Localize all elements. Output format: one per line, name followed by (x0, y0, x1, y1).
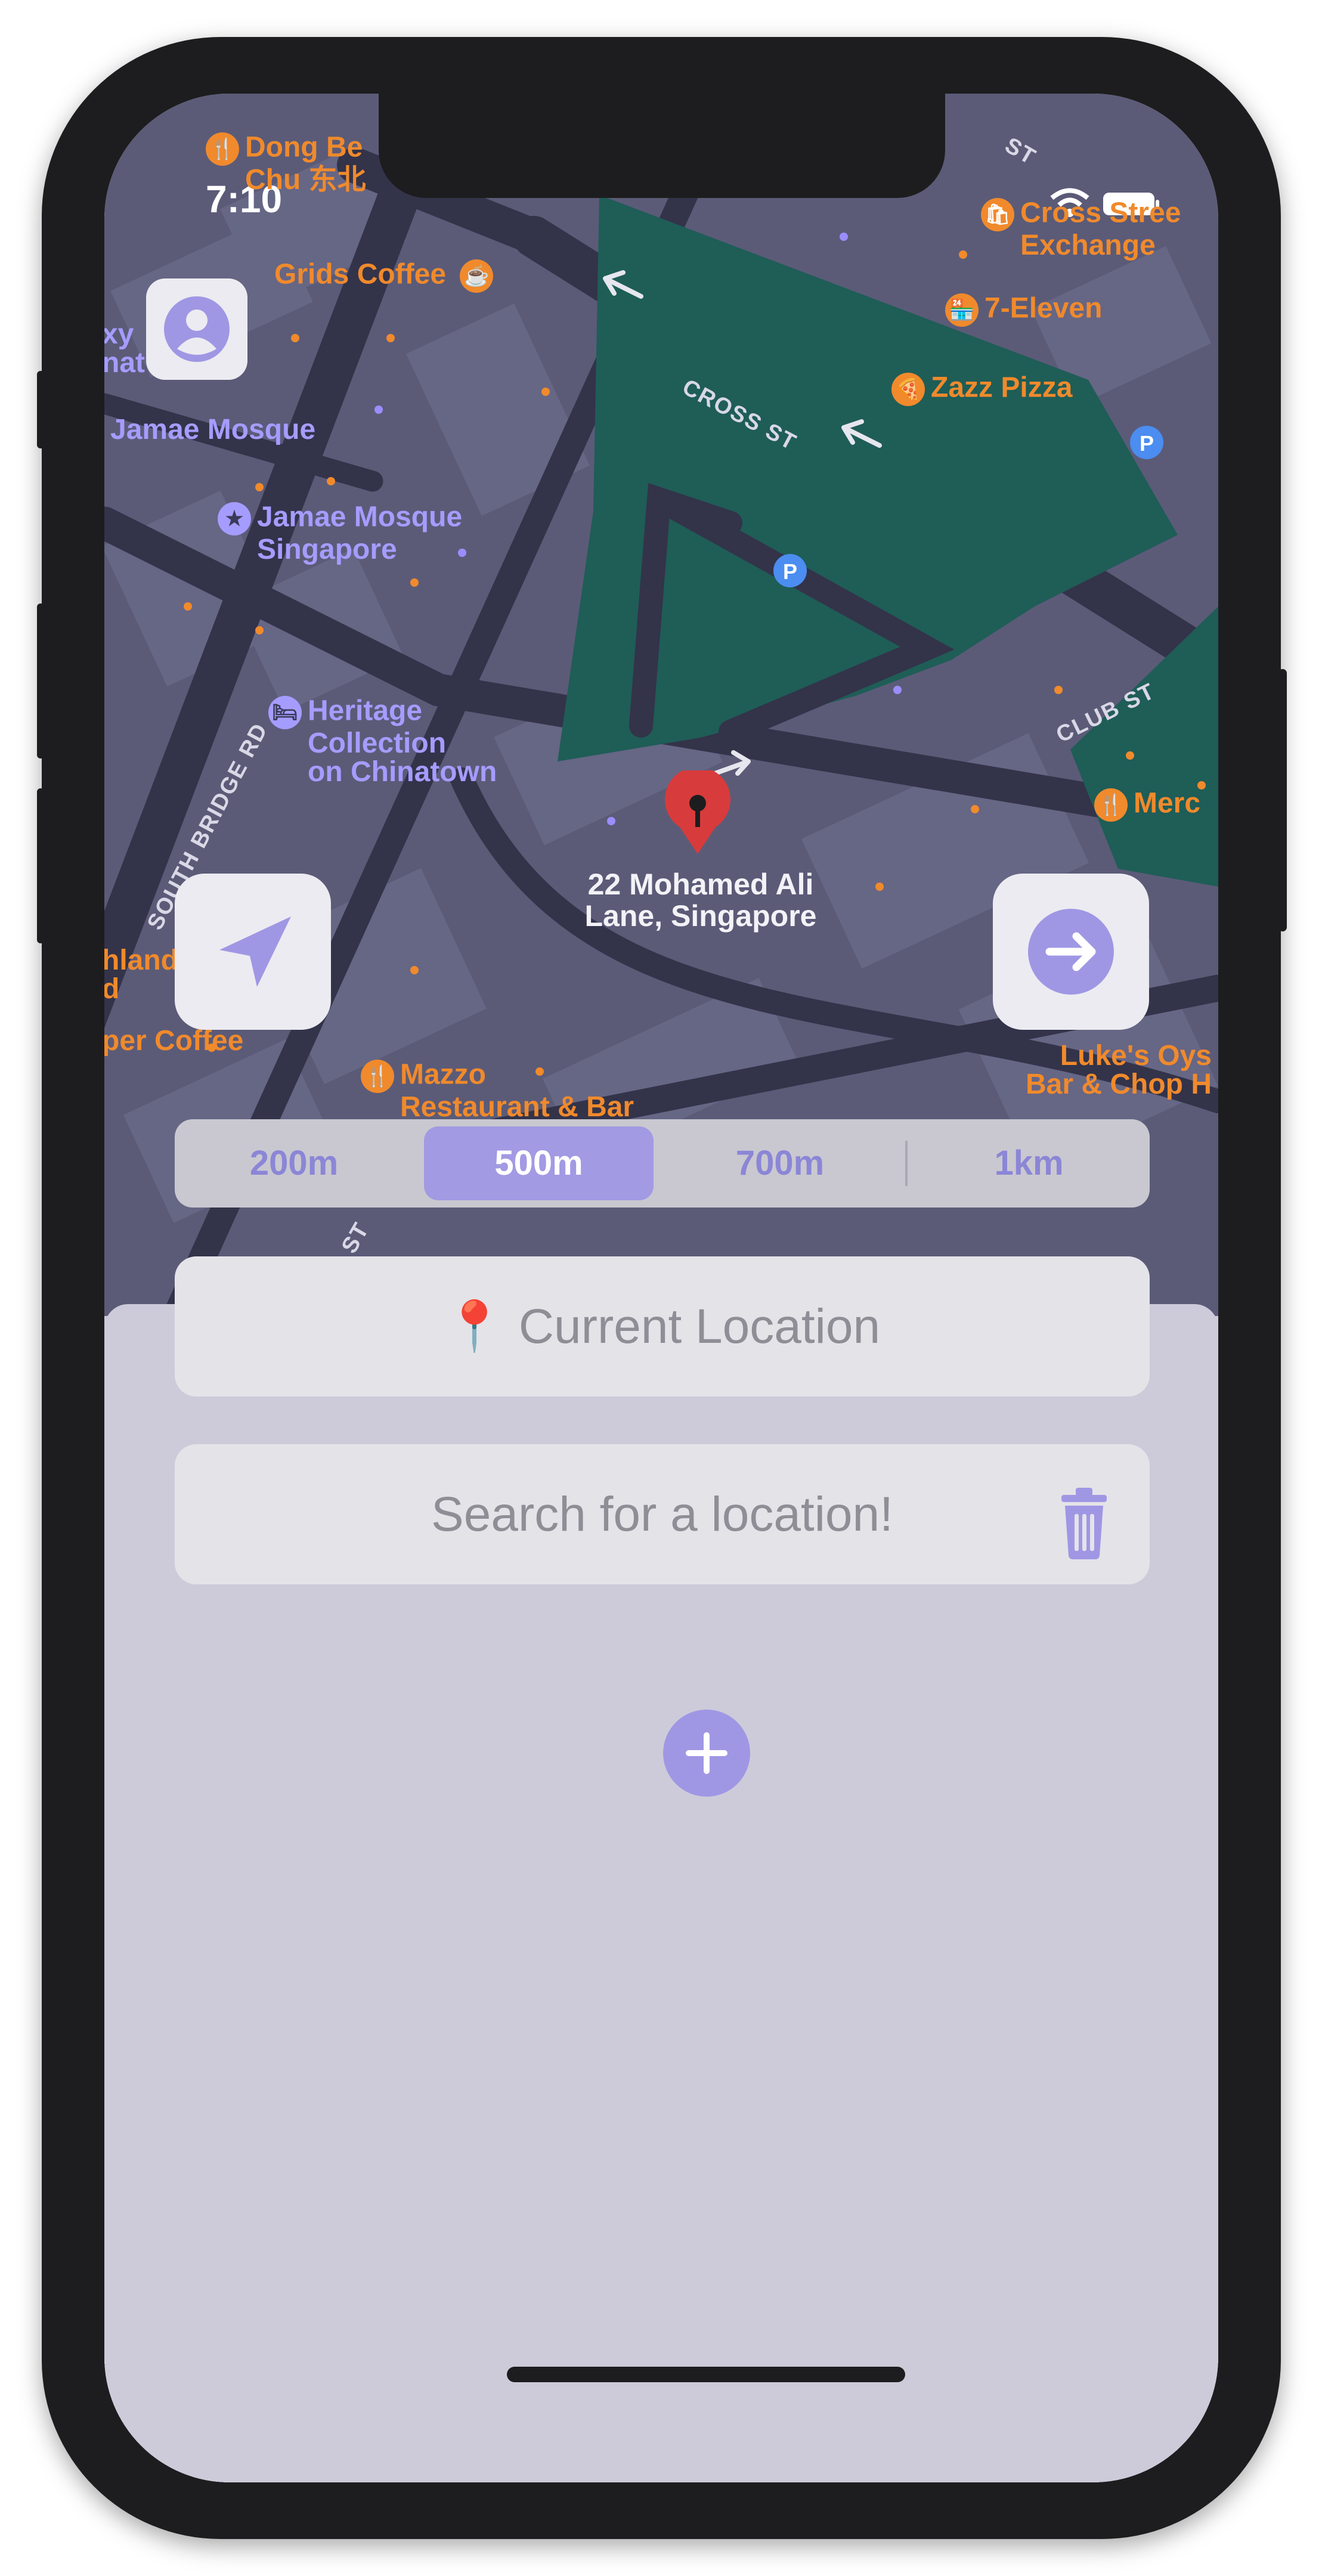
current-location-label: Current Location (518, 1299, 881, 1354)
restaurant-icon: 🍴 (206, 132, 239, 166)
poi-heritage-collection[interactable]: 🛏 Heritage Collection on Chinatown (268, 696, 497, 787)
poi-grids-coffee[interactable]: Grids Coffee ☕ (274, 259, 499, 293)
poi-cross-street-exchange[interactable]: 🛍 Cross Stree Exchange (981, 198, 1181, 260)
paper-plane-icon (219, 917, 291, 987)
plus-icon (686, 1732, 727, 1774)
trash-icon[interactable] (1054, 1475, 1114, 1559)
restaurant-icon: 🍴 (361, 1060, 394, 1093)
current-location-field[interactable]: 📍 Current Location (175, 1256, 1150, 1397)
app-screen: P P 7:10 🍴 Dong Be Chu 东北 Grids Coffee ☕… (104, 94, 1218, 2482)
map-pin-icon[interactable] (662, 766, 733, 860)
restaurant-icon: 🍴 (1094, 788, 1128, 822)
locate-me-button[interactable] (175, 874, 331, 1030)
star-icon: ★ (218, 502, 251, 535)
profile-button[interactable] (146, 278, 247, 380)
poi-merc[interactable]: 🍴 Merc (1094, 788, 1200, 822)
map-pin-label: 22 Mohamed Ali Lane, Singapore (584, 868, 817, 933)
radius-option-200m[interactable]: 200m (175, 1119, 413, 1208)
coffee-icon: ☕ (460, 259, 494, 293)
poi-sky[interactable]: xy nat (104, 320, 145, 377)
notch (379, 94, 945, 198)
poi-coffee[interactable]: per Coffee (104, 1027, 243, 1055)
pushpin-icon: 📍 (444, 1299, 506, 1354)
poi-zazz-pizza[interactable]: 🍕 Zazz Pizza (891, 373, 1072, 406)
store-icon: 🏪 (945, 293, 979, 327)
add-stop-button[interactable] (663, 1710, 750, 1797)
phone-side-button (1278, 669, 1287, 931)
person-circle-icon (164, 296, 230, 362)
phone-side-button (37, 371, 44, 448)
arrow-right-circle-icon (1028, 909, 1114, 995)
search-location-field[interactable]: Search for a location! (175, 1444, 1150, 1584)
pizza-icon: 🍕 (891, 373, 925, 406)
radius-option-700m[interactable]: 700m (661, 1119, 899, 1208)
shopping-icon: 🛍 (981, 198, 1014, 231)
poi-highland[interactable]: hland d (104, 946, 178, 1004)
phone-frame: P P 7:10 🍴 Dong Be Chu 东北 Grids Coffee ☕… (37, 37, 1287, 2539)
phone-side-button (37, 603, 44, 758)
hotel-icon: 🛏 (268, 696, 302, 729)
poi-jamae-mosque-singapore[interactable]: ★ Jamae Mosque Singapore (218, 502, 462, 564)
segment-divider (905, 1141, 908, 1186)
radius-selector: 200m 500m 700m 1km (175, 1119, 1150, 1208)
poi-lukes-oyster-bar[interactable]: 🦐 Luke's OysBar & Chop H (1026, 994, 1212, 1099)
radius-option-500m[interactable]: 500m (424, 1126, 654, 1200)
poi-dong-bei[interactable]: 🍴 Dong Be Chu 东北 (206, 132, 366, 194)
radius-option-1km[interactable]: 1km (908, 1119, 1150, 1208)
home-indicator[interactable] (507, 2367, 905, 2382)
poi-mazzo[interactable]: 🍴 Mazzo Restaurant & Bar (361, 1060, 634, 1122)
poi-7-eleven[interactable]: 🏪 7-Eleven (945, 293, 1102, 327)
phone-side-button (37, 788, 44, 943)
map-view[interactable]: P P 7:10 🍴 Dong Be Chu 东北 Grids Coffee ☕… (104, 94, 1218, 1316)
search-placeholder: Search for a location! (431, 1487, 893, 1541)
svg-text:P: P (783, 559, 797, 584)
poi-jamae-mosque[interactable]: Jamae Mosque (110, 416, 315, 444)
svg-text:P: P (1140, 431, 1154, 456)
go-button[interactable] (993, 874, 1149, 1030)
